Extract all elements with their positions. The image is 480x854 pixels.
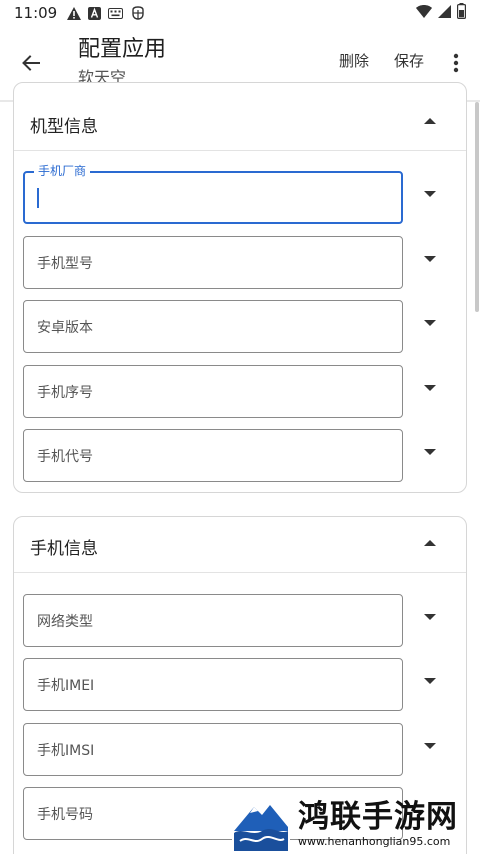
field-placeholder: 手机IMSI [37, 743, 95, 759]
status-time: 11:09 [14, 4, 58, 22]
battery-icon [457, 3, 467, 23]
caret-down-icon [424, 743, 436, 749]
caret-down-icon [424, 449, 436, 455]
caret-down-icon [424, 256, 436, 262]
phone-model-field[interactable]: 手机型号 [23, 236, 403, 289]
caret-down-icon [424, 614, 436, 620]
dropdown-arrow-icon[interactable] [420, 671, 440, 691]
field-placeholder: 安卓版本 [37, 320, 93, 336]
back-arrow-icon[interactable] [16, 48, 46, 78]
caret-down-icon [424, 678, 436, 684]
save-button[interactable]: 保存 [394, 50, 424, 71]
network-type-field[interactable]: 网络类型 [23, 594, 403, 647]
field-placeholder: 手机号码 [37, 807, 93, 823]
field-placeholder: 手机IMEI [37, 678, 95, 694]
more-options-icon[interactable] [444, 46, 468, 80]
section-title: 手机信息 [30, 539, 98, 559]
delete-button[interactable]: 删除 [339, 50, 369, 71]
field-label: 手机厂商 [34, 164, 91, 178]
phone-imsi-field[interactable]: 手机IMSI [23, 723, 403, 776]
phone-manufacturer-field[interactable]: 手机厂商 [23, 164, 403, 224]
page-title: 配置应用 [78, 37, 167, 62]
section-header-phone-info[interactable]: 手机信息 [14, 521, 466, 567]
dropdown-arrow-icon[interactable] [420, 378, 440, 398]
field-placeholder: 网络类型 [37, 614, 93, 630]
android-version-field[interactable]: 安卓版本 [23, 300, 403, 353]
dropdown-arrow-icon[interactable] [420, 442, 440, 462]
caret-down-icon [424, 191, 436, 197]
caret-down-icon [424, 385, 436, 391]
dropdown-arrow-icon[interactable] [420, 736, 440, 756]
collapse-caret-icon [424, 118, 436, 124]
field-placeholder: 手机型号 [37, 256, 93, 272]
section-header-model-info[interactable]: 机型信息 [14, 101, 466, 147]
bug-icon [130, 5, 146, 21]
phone-serial-field[interactable]: 手机序号 [23, 365, 403, 418]
dropdown-arrow-icon[interactable] [420, 607, 440, 627]
caret-down-icon [424, 320, 436, 326]
watermark-name: 鸿联手游网 [298, 799, 458, 835]
status-bar: 11:09 [0, 0, 480, 26]
section-title: 机型信息 [30, 117, 98, 137]
field-placeholder: 手机代号 [37, 449, 93, 465]
text-cursor [37, 188, 39, 208]
section-divider [14, 150, 466, 151]
signal-icon [438, 4, 451, 22]
phone-codename-field[interactable]: 手机代号 [23, 429, 403, 482]
watermark-logo [232, 797, 290, 851]
wifi-icon [416, 4, 432, 22]
dropdown-arrow-icon[interactable] [420, 184, 440, 204]
watermark-url: www.henanhonglian95.com [298, 835, 451, 848]
app-a-icon [88, 6, 102, 20]
site-watermark: 鸿联手游网 www.henanhonglian95.com [232, 794, 480, 854]
watermark-text: 鸿联手游网 www.henanhonglian95.com [298, 799, 458, 849]
dropdown-arrow-icon[interactable] [420, 249, 440, 269]
section-divider [14, 572, 466, 573]
scrollbar[interactable] [475, 102, 479, 312]
keyboard-icon [108, 7, 124, 19]
dropdown-arrow-icon[interactable] [420, 313, 440, 333]
collapse-caret-icon [424, 540, 436, 546]
warning-icon [67, 6, 82, 20]
field-placeholder: 手机序号 [37, 385, 93, 401]
phone-imei-field[interactable]: 手机IMEI [23, 658, 403, 711]
